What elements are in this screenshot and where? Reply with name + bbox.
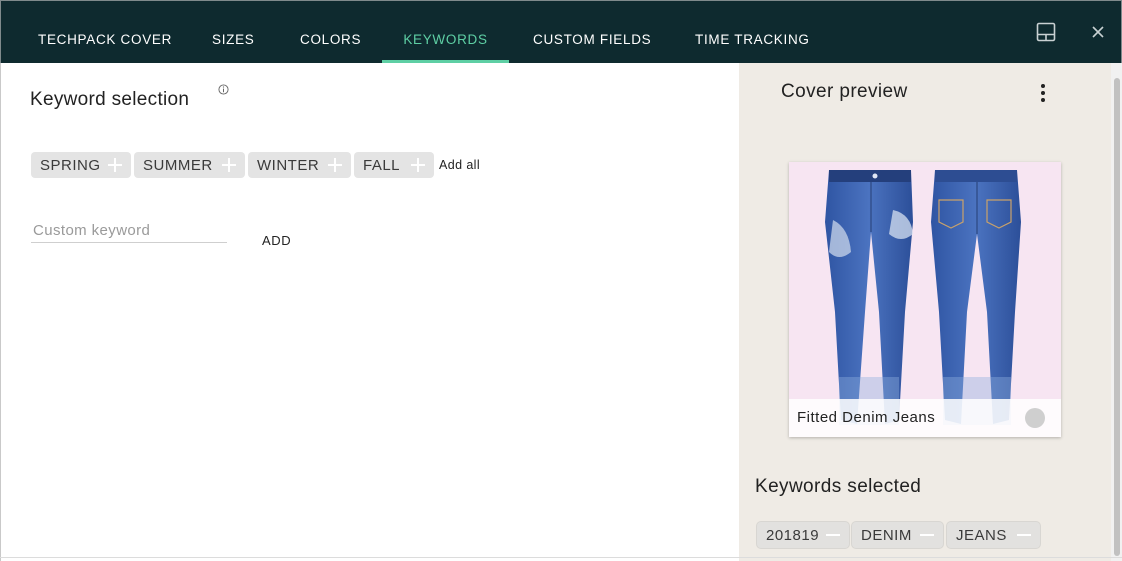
plus-icon[interactable] <box>327 157 343 173</box>
selected-chip-label: 201819 <box>766 526 820 544</box>
cover-preview-title: Cover preview <box>781 81 908 102</box>
status-dot[interactable] <box>1025 408 1045 428</box>
keyword-chip-fall[interactable]: FALL <box>354 152 434 178</box>
keyword-chip-label: FALL <box>363 156 401 174</box>
selected-chip-denim[interactable]: DENIM <box>852 522 943 548</box>
minus-icon[interactable] <box>825 527 841 543</box>
panel-layout-icon[interactable] <box>1036 22 1056 42</box>
add-all-button[interactable]: Add all <box>439 158 480 172</box>
keyword-chip-label: SPRING <box>40 156 101 174</box>
tab-custom-fields[interactable]: CUSTOM FIELDS <box>533 1 651 63</box>
selected-chip-label: DENIM <box>861 526 912 544</box>
tab-keywords[interactable]: KEYWORDS <box>382 1 509 63</box>
scrollbar-thumb[interactable] <box>1114 78 1120 556</box>
add-keyword-button[interactable]: ADD <box>262 233 291 248</box>
keyword-chip-label: WINTER <box>257 156 320 174</box>
keyword-selection-title: Keyword selection <box>30 89 190 110</box>
keyword-selection-panel: Keyword selection SPRING SUMMER WINTER F… <box>0 63 739 561</box>
plus-icon[interactable] <box>410 157 426 173</box>
product-name: Fitted Denim Jeans <box>797 409 936 426</box>
selected-chip-201819[interactable]: 201819 <box>757 522 849 548</box>
cover-caption: Fitted Denim Jeans <box>789 399 1061 437</box>
keywords-selected-title: Keywords selected <box>755 476 922 497</box>
keyword-chip-spring[interactable]: SPRING <box>31 152 131 178</box>
cover-preview-panel: Cover preview Fitted Denim Jeans Keyword… <box>739 63 1111 561</box>
tab-techpack-cover[interactable]: TECHPACK COVER <box>38 1 172 63</box>
tab-time-tracking[interactable]: TIME TRACKING <box>695 1 810 63</box>
selected-chip-label: JEANS <box>956 526 1007 544</box>
plus-icon[interactable] <box>221 157 237 173</box>
plus-icon[interactable] <box>107 157 123 173</box>
info-icon[interactable] <box>218 84 229 95</box>
custom-keyword-input[interactable] <box>31 218 227 243</box>
jeans-image <box>825 170 1021 425</box>
close-icon[interactable] <box>1091 25 1105 39</box>
more-vertical-icon[interactable] <box>1037 83 1049 103</box>
tab-colors[interactable]: COLORS <box>300 1 361 63</box>
bottom-divider <box>0 557 1122 558</box>
keyword-chip-winter[interactable]: WINTER <box>248 152 351 178</box>
selected-chip-jeans[interactable]: JEANS <box>947 522 1040 548</box>
cover-preview-card[interactable]: Fitted Denim Jeans <box>789 162 1061 437</box>
keyword-chip-summer[interactable]: SUMMER <box>134 152 245 178</box>
keyword-chip-label: SUMMER <box>143 156 213 174</box>
tab-sizes[interactable]: SIZES <box>212 1 255 63</box>
top-tab-bar: TECHPACK COVER SIZES COLORS KEYWORDS CUS… <box>0 0 1122 63</box>
minus-icon[interactable] <box>919 527 935 543</box>
minus-icon[interactable] <box>1016 527 1032 543</box>
